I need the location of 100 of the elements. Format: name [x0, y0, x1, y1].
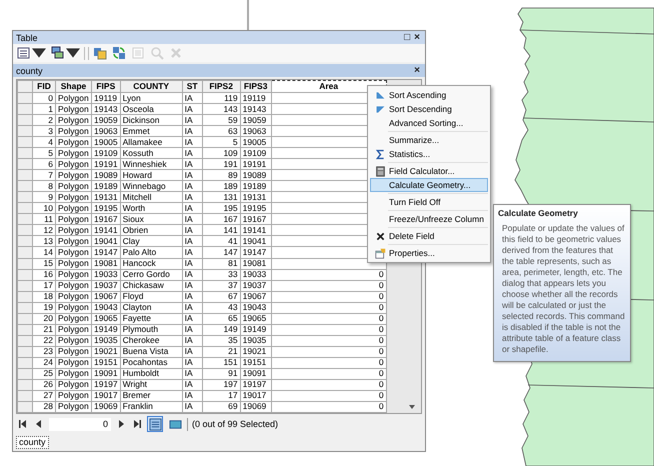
scroll-down-icon[interactable] [409, 405, 415, 409]
column-header[interactable]: Area [271, 80, 386, 93]
table-cell: 16 [32, 269, 56, 280]
table-cell: 19043 [92, 302, 120, 314]
table-cell: IA [182, 401, 202, 412]
row-selector[interactable] [18, 104, 32, 115]
row-selector[interactable] [18, 346, 32, 358]
select-by-attributes-button[interactable] [92, 45, 108, 61]
table-cell: 17 [32, 280, 56, 292]
sort-descending-icon [374, 104, 386, 114]
table-cell: Bremer [120, 390, 182, 402]
row-selector[interactable] [18, 92, 32, 104]
table-cell: 43 [202, 302, 240, 314]
close-button[interactable]: × [412, 65, 422, 76]
column-header[interactable]: FIPS3 [240, 80, 272, 93]
table-cell: Polygon [56, 379, 92, 390]
record-field[interactable]: 0 [49, 418, 111, 430]
table-cell: Winneshiek [120, 158, 182, 170]
table-cell: 19151 [92, 357, 120, 368]
table-cell: 167 [202, 214, 240, 225]
column-header[interactable]: FIPS [92, 80, 120, 93]
column-header[interactable]: FID [32, 80, 56, 93]
table-cell: 19147 [240, 246, 272, 258]
column-header[interactable]: Shape [56, 80, 92, 93]
row-selector[interactable] [18, 214, 32, 225]
table-cell: 19033 [92, 269, 120, 280]
menu-item[interactable]: Statistics... [370, 147, 488, 161]
maximize-button[interactable]: □ [402, 32, 412, 43]
row-selector[interactable] [18, 202, 32, 214]
table-cell: IA [182, 291, 202, 302]
column-header[interactable]: FIPS2 [202, 80, 240, 93]
table-tab[interactable]: county [16, 436, 49, 449]
caret-icon[interactable] [32, 46, 46, 60]
menu-item[interactable]: Summarize... [370, 133, 488, 147]
table-cell: Cerro Gordo [120, 269, 182, 280]
row-selector[interactable] [18, 335, 32, 346]
table-cell: Polygon [56, 302, 92, 314]
column-header[interactable]: ST [182, 80, 202, 93]
row-selector[interactable] [18, 357, 32, 368]
row-selector[interactable] [18, 368, 32, 380]
close-button[interactable]: × [412, 32, 422, 43]
table-cell: 0 [271, 357, 386, 368]
column-header[interactable]: COUNTY [120, 80, 182, 93]
calculator-icon [374, 166, 386, 176]
table-cell: 81 [202, 258, 240, 270]
row-selector[interactable] [18, 246, 32, 258]
menu-item[interactable]: Advanced Sorting... [370, 116, 488, 130]
menu-item[interactable]: Properties... [370, 246, 488, 260]
row-selector[interactable] [18, 192, 32, 203]
table-cell: Mitchell [120, 192, 182, 203]
table-cell: 19059 [92, 114, 120, 126]
row-selector[interactable] [18, 269, 32, 280]
menu-item[interactable]: Field Calculator... [370, 164, 488, 178]
table-cell: 19131 [240, 192, 272, 203]
table-cell: 65 [202, 313, 240, 324]
table-cell: 19143 [240, 104, 272, 115]
table-cell: 19195 [240, 202, 272, 214]
row-selector[interactable] [18, 114, 32, 126]
row-selector[interactable] [18, 324, 32, 336]
table-cell: 37 [202, 280, 240, 292]
switch-selection-button[interactable] [111, 45, 127, 61]
row-selector[interactable] [18, 258, 32, 270]
row-selector[interactable] [18, 379, 32, 390]
row-selector[interactable] [18, 280, 32, 292]
row-selector[interactable] [18, 158, 32, 170]
row-selector[interactable] [18, 302, 32, 314]
table-cell: 191 [202, 158, 240, 170]
table-cell: 12 [32, 224, 56, 236]
row-selector[interactable] [18, 180, 32, 192]
table-cell: 63 [202, 126, 240, 137]
all-records-button[interactable] [147, 416, 163, 432]
table-cell: IA [182, 280, 202, 292]
table-cell: 149 [202, 324, 240, 336]
last-record-button[interactable] [131, 418, 143, 430]
table-cell: 19021 [240, 346, 272, 358]
row-selector[interactable] [18, 126, 32, 137]
row-selector[interactable] [18, 224, 32, 236]
row-selector[interactable] [18, 148, 32, 159]
row-selector[interactable] [18, 170, 32, 181]
menu-item[interactable]: Sort Descending [370, 102, 488, 116]
row-selector[interactable] [18, 401, 32, 412]
row-selector[interactable] [18, 236, 32, 247]
table-options-button[interactable] [16, 45, 47, 61]
menu-item[interactable]: Freeze/Unfreeze Column [370, 212, 488, 226]
menu-item[interactable]: Turn Field Off [370, 195, 488, 209]
menu-item[interactable]: Calculate Geometry... [370, 178, 488, 192]
caret-icon[interactable] [66, 46, 80, 60]
row-selector[interactable] [18, 313, 32, 324]
table-cell: Polygon [56, 346, 92, 358]
row-selector[interactable] [18, 136, 32, 148]
table-cell: 19063 [92, 126, 120, 137]
row-selector[interactable] [18, 390, 32, 402]
table-cell: Obrien [120, 224, 182, 236]
switch-selection-icon [112, 46, 126, 60]
row-selector[interactable] [18, 291, 32, 302]
first-record-button[interactable] [17, 418, 29, 430]
menu-item[interactable]: Delete Field [370, 229, 488, 243]
table-cell: IA [182, 92, 202, 104]
related-tables-button[interactable] [50, 45, 81, 61]
table-cell: 19131 [92, 192, 120, 203]
